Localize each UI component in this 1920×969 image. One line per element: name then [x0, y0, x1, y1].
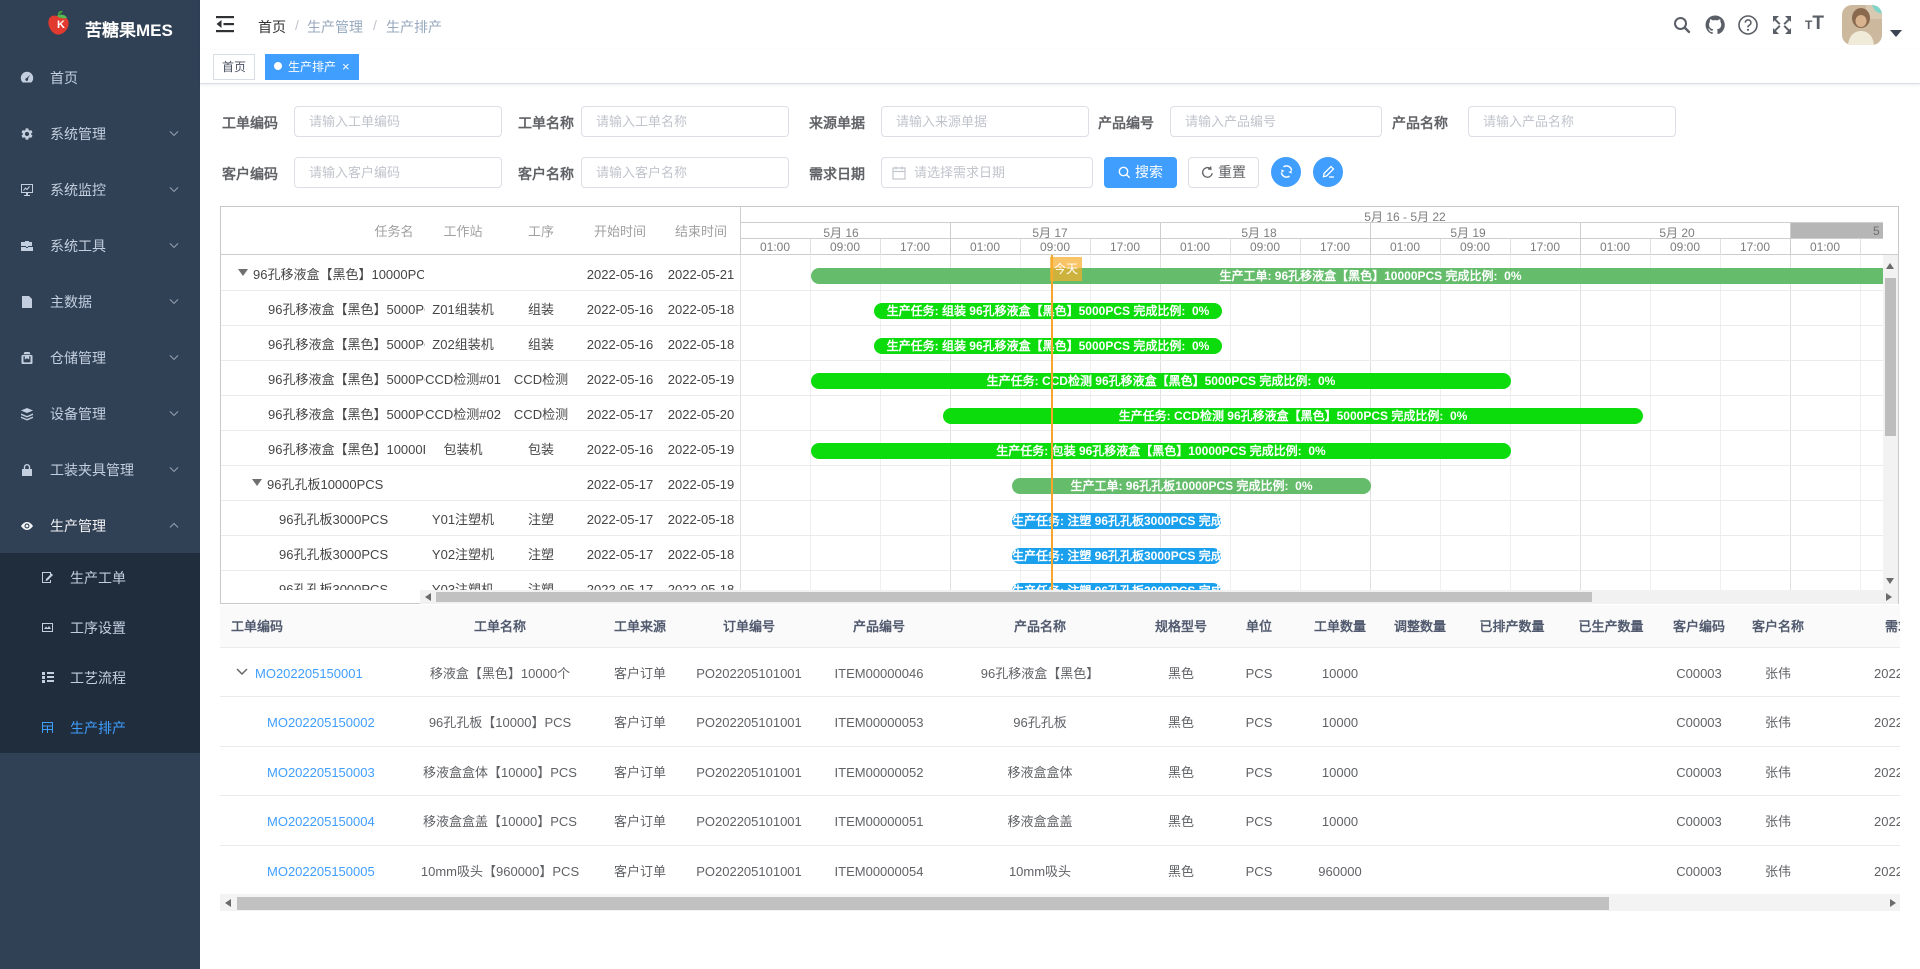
svg-text:K: K — [57, 19, 65, 31]
